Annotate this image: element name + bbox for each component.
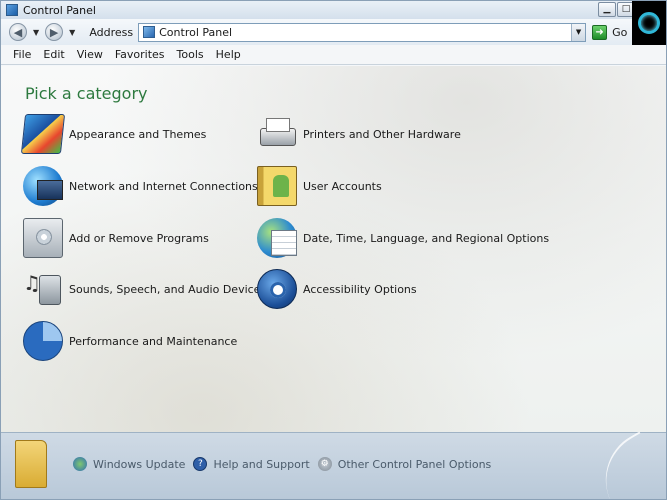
- go-label: Go: [612, 25, 628, 39]
- category-label[interactable]: Appearance and Themes: [69, 128, 206, 141]
- control-panel-small-icon: [143, 26, 156, 38]
- category-sounds-audio[interactable]: Sounds, Speech, and Audio Devices: [23, 267, 266, 311]
- task-label[interactable]: Windows Update: [93, 458, 185, 471]
- address-dropdown-icon[interactable]: ▼: [571, 23, 586, 41]
- address-toolbar: ◀ ▼ ▶ ▼ Address Control Panel ▼ ➜ Go: [1, 1, 666, 45]
- other-options-link[interactable]: ⚙ Other Control Panel Options: [317, 457, 492, 471]
- help-support-link[interactable]: ? Help and Support: [193, 457, 310, 471]
- forward-history-dropdown-icon[interactable]: ▼: [69, 28, 75, 37]
- category-performance-maintenance[interactable]: Performance and Maintenance: [23, 319, 237, 363]
- back-arrow-icon[interactable]: ◀: [9, 23, 27, 41]
- window-title: Control Panel: [23, 3, 96, 17]
- menu-tools[interactable]: Tools: [171, 48, 210, 61]
- control-panel-icon: [6, 4, 18, 16]
- minimize-button[interactable]: ▁: [598, 2, 616, 17]
- menu-help[interactable]: Help: [210, 48, 247, 61]
- category-printers-hardware[interactable]: Printers and Other Hardware: [257, 112, 461, 156]
- menu-file[interactable]: File: [7, 48, 37, 61]
- folder-icon: [15, 440, 47, 488]
- brand-ring-icon: [638, 12, 660, 34]
- category-label[interactable]: Performance and Maintenance: [69, 335, 237, 348]
- speaker-music-icon: [23, 269, 63, 309]
- date-time-globe-icon: [257, 218, 297, 258]
- category-label[interactable]: Sounds, Speech, and Audio Devices: [69, 283, 266, 296]
- network-globe-icon: [23, 166, 63, 206]
- windows-update-icon: [73, 457, 87, 471]
- menu-view[interactable]: View: [71, 48, 109, 61]
- user-accounts-icon: [257, 166, 297, 206]
- category-view: Pick a category Appearance and Themes Ne…: [1, 66, 666, 432]
- windows-update-link[interactable]: Windows Update: [73, 457, 185, 471]
- performance-chart-icon: [23, 321, 63, 361]
- go-arrow-icon: ➜: [592, 24, 608, 40]
- control-panel-window: Control Panel ▁ □ ✕ ◀ ▼ ▶ ▼ Address Cont…: [0, 0, 667, 500]
- help-icon: ?: [193, 457, 208, 471]
- menu-edit[interactable]: Edit: [37, 48, 70, 61]
- accessibility-icon: [257, 269, 297, 309]
- task-label[interactable]: Other Control Panel Options: [338, 458, 492, 471]
- menu-favorites[interactable]: Favorites: [109, 48, 171, 61]
- back-history-dropdown-icon[interactable]: ▼: [33, 28, 39, 37]
- gear-icon: ⚙: [317, 457, 332, 471]
- printer-icon: [257, 114, 297, 154]
- appearance-themes-icon: [20, 114, 66, 154]
- title-bar: Control Panel ▁ □ ✕: [1, 1, 666, 19]
- task-label[interactable]: Help and Support: [213, 458, 309, 471]
- category-user-accounts[interactable]: User Accounts: [257, 164, 382, 208]
- category-label[interactable]: User Accounts: [303, 180, 382, 193]
- category-label[interactable]: Accessibility Options: [303, 283, 417, 296]
- decorative-sweep: [587, 431, 665, 499]
- category-label[interactable]: Date, Time, Language, and Regional Optio…: [303, 232, 549, 245]
- menu-bar: File Edit View Favorites Tools Help: [1, 45, 666, 65]
- category-label[interactable]: Printers and Other Hardware: [303, 128, 461, 141]
- category-accessibility[interactable]: Accessibility Options: [257, 267, 417, 311]
- category-appearance-themes[interactable]: Appearance and Themes: [20, 112, 206, 156]
- address-value[interactable]: Control Panel: [159, 26, 232, 39]
- task-panel: Windows Update ? Help and Support ⚙ Othe…: [1, 431, 666, 499]
- add-remove-programs-icon: [23, 218, 63, 258]
- category-label[interactable]: Add or Remove Programs: [69, 232, 209, 245]
- windows-brand-logo: [632, 1, 666, 45]
- page-title: Pick a category: [25, 84, 148, 103]
- category-add-remove-programs[interactable]: Add or Remove Programs: [23, 216, 209, 260]
- go-button[interactable]: ➜ Go: [592, 24, 628, 40]
- address-input[interactable]: Control Panel ▼: [138, 22, 587, 42]
- forward-arrow-icon[interactable]: ▶: [45, 23, 64, 41]
- category-network-internet[interactable]: Network and Internet Connections: [23, 164, 258, 208]
- category-date-time-regional[interactable]: Date, Time, Language, and Regional Optio…: [257, 216, 549, 260]
- category-label[interactable]: Network and Internet Connections: [69, 180, 258, 193]
- address-label: Address: [89, 25, 134, 39]
- task-links: Windows Update ? Help and Support ⚙ Othe…: [73, 457, 499, 471]
